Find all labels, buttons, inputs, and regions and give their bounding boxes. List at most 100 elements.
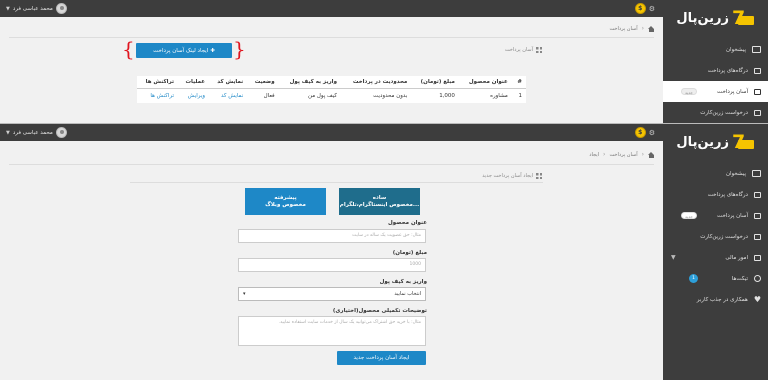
brand-logo[interactable]: زرین‌پال 7: [676, 131, 754, 153]
amount-input[interactable]: 1000: [238, 258, 426, 272]
title-input[interactable]: مثال: حق عضویت یک ساله در سایت: [238, 229, 426, 243]
table-header-row: # عنوان محصول مبلغ (تومان) محدودیت در پر…: [137, 76, 526, 89]
create-easy-pay-button[interactable]: ایجاد آسان پرداخت جدید: [337, 351, 426, 365]
user-menu[interactable]: ▼ محمد عباسی فرد: [6, 3, 67, 14]
top-bar: ▼ محمد عباسی فرد $ ⚙: [0, 124, 663, 141]
monitor-icon: [752, 170, 761, 177]
button-label: ایجاد لینک آسان پرداخت: [153, 47, 209, 54]
chevron-left-icon: ›: [641, 151, 644, 158]
sidebar: زرین‌پال 7 پیشخوان درگاه‌های پرداخت جدید…: [663, 124, 768, 380]
heart-icon: ♥: [753, 295, 761, 304]
breadcrumb-item[interactable]: آسان پرداخت: [609, 152, 637, 158]
sidebar-item-gateways[interactable]: درگاه‌های پرداخت: [663, 184, 768, 205]
user-name: محمد عباسی فرد: [12, 5, 53, 12]
avatar: [55, 127, 67, 138]
easy-pay-table: # عنوان محصول مبلغ (تومان) محدودیت در پر…: [137, 76, 526, 103]
cell-index: 1: [518, 93, 523, 99]
sidebar-item-label: آسان پرداخت: [717, 212, 748, 219]
sidebar-item-label: پیشخوان: [725, 170, 746, 177]
description-label: توضیحات تکمیلی محصول(اختیاری): [332, 308, 427, 314]
divider: [130, 182, 543, 183]
user-name: محمد عباسی فرد: [12, 129, 53, 136]
create-easy-pay-link-button[interactable]: ایجاد لینک آسان پرداخت ✚: [136, 43, 232, 58]
easy-pay-icon: [754, 88, 761, 95]
zarinpal-logo-icon: 7: [732, 131, 754, 153]
chevron-left-icon: ›: [641, 25, 644, 32]
sidebar-item-tickets[interactable]: 1 تیکت‌ها: [663, 268, 768, 289]
cell-title: مشاوره: [490, 93, 508, 99]
card-icon: [754, 67, 761, 74]
sidebar: زرین‌پال 7 پیشخوان درگاه‌های پرداخت جدید…: [663, 0, 768, 124]
simple-type-button[interactable]: ساده مخصوص اینستاگرام،تلگرام...: [339, 188, 420, 215]
column-header: تراکنش ها: [137, 76, 179, 89]
sidebar-item-label: درخواست زرین‌کارت: [700, 109, 748, 116]
amount-label: مبلغ (تومان): [392, 250, 427, 256]
breadcrumb-item: ایجاد: [589, 151, 600, 158]
cell-status: فعال: [263, 93, 275, 99]
column-header: #: [511, 76, 526, 89]
column-header: نمایش کد: [209, 76, 248, 89]
coin-icon[interactable]: $: [634, 3, 646, 14]
sidebar-item-easy-pay[interactable]: جدید آسان پرداخت: [663, 81, 768, 102]
home-icon[interactable]: [648, 151, 655, 158]
grid-icon: [536, 173, 542, 179]
sidebar-item-label: پیشخوان: [725, 46, 746, 53]
wallet-select[interactable]: ▾ انتخاب نمایید: [238, 287, 426, 301]
column-header: وضعیت: [247, 76, 279, 89]
panel-title-text: آسان پرداخت: [504, 47, 533, 53]
top-bar: ▼ محمد عباسی فرد $ ⚙: [0, 0, 663, 17]
sidebar-item-dashboard[interactable]: پیشخوان: [663, 39, 768, 60]
home-icon[interactable]: [648, 25, 655, 32]
sidebar-item-zarincard[interactable]: درخواست زرین‌کارت: [663, 102, 768, 123]
brand-name: زرین‌پال: [676, 10, 729, 26]
panel-title: ایجاد آسان پرداخت جدید: [482, 173, 542, 179]
user-menu[interactable]: ▼ محمد عباسی فرد: [6, 127, 67, 138]
show-code-link[interactable]: نمایش کد: [209, 89, 247, 104]
sidebar-nav: پیشخوان درگاه‌های پرداخت جدید آسان پرداخ…: [663, 163, 768, 310]
table-row: 1 مشاوره 1,000 بدون محدودیت کیف پول من ف…: [137, 89, 526, 104]
choice-title: ساده: [372, 194, 387, 201]
chevron-left-icon: ›: [603, 151, 606, 158]
sidebar-item-label: درگاه‌های پرداخت: [707, 191, 748, 198]
sidebar-item-gateways[interactable]: درگاه‌های پرداخت: [663, 60, 768, 81]
advanced-type-button[interactable]: پیشرفته مخصوص وبلاگ: [245, 188, 326, 215]
sidebar-item-easy-pay[interactable]: جدید آسان پرداخت: [663, 205, 768, 226]
sidebar-item-zarincard[interactable]: درخواست زرین‌کارت: [663, 226, 768, 247]
brand-logo[interactable]: زرین‌پال 7: [676, 7, 754, 29]
screenshot-list-view: ▼ محمد عباسی فرد $ ⚙ زرین‌پال 7 پیشخوان …: [0, 0, 768, 124]
column-header: واریز به کیف پول: [278, 76, 341, 89]
sidebar-item-finance[interactable]: ▼ امور مالی: [663, 247, 768, 268]
new-badge: جدید: [681, 212, 697, 219]
cell-limit: بدون محدودیت: [373, 93, 408, 99]
sidebar-item-label: درخواست زرین‌کارت: [700, 233, 748, 240]
ticket-count-badge: 1: [689, 274, 698, 283]
wallet-label: واریز به کیف پول: [379, 279, 427, 285]
top-right-tools: $ ⚙: [634, 3, 655, 14]
monitor-icon: [752, 46, 761, 53]
sidebar-item-dashboard[interactable]: پیشخوان: [663, 163, 768, 184]
choice-subtitle: مخصوص وبلاگ: [265, 201, 306, 208]
edit-link[interactable]: ویرایش: [178, 89, 209, 104]
chevron-down-icon: ▾: [243, 291, 246, 297]
sidebar-item-label: همکاری در جذب کاربر: [696, 296, 748, 303]
divider: [9, 37, 654, 38]
breadcrumb: آسان پرداخت ›: [609, 25, 655, 32]
new-badge: جدید: [681, 88, 697, 95]
breadcrumb-item[interactable]: آسان پرداخت: [609, 26, 637, 32]
column-header: عملیات: [178, 76, 210, 89]
cell-wallet: کیف پول من: [308, 93, 337, 99]
brand-name: زرین‌پال: [676, 134, 729, 150]
zarinpal-logo-icon: 7: [732, 7, 754, 29]
gear-icon[interactable]: ⚙: [649, 129, 655, 137]
column-header: عنوان محصول: [458, 76, 512, 89]
highlight-brace-right: }: [233, 37, 246, 61]
coin-icon[interactable]: $: [634, 127, 646, 138]
top-right-tools: $ ⚙: [634, 127, 655, 138]
choice-subtitle: مخصوص اینستاگرام،تلگرام...: [339, 201, 420, 208]
chevron-down-icon: ▼: [671, 254, 676, 261]
description-textarea[interactable]: مثال: با خرید حق اشتراک می‌توانید یک سال…: [238, 316, 426, 346]
transactions-link[interactable]: تراکنش ها: [137, 89, 178, 104]
zarincard-icon: [754, 233, 761, 240]
sidebar-item-affiliate[interactable]: همکاری در جذب کاربر ♥: [663, 289, 768, 310]
gear-icon[interactable]: ⚙: [649, 5, 655, 13]
